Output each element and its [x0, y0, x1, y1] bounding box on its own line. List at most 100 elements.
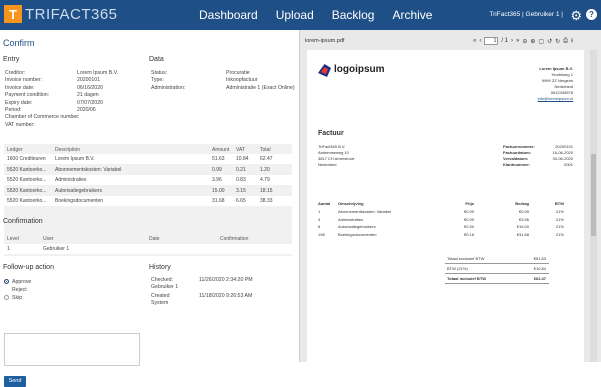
line-cell: €3.96 [518, 216, 529, 222]
comment-textarea[interactable] [4, 333, 140, 366]
cell-level: 1 [7, 246, 10, 252]
total-value: €51.63 [533, 256, 546, 261]
page-number-input[interactable]: 1 [484, 37, 499, 45]
pdf-toolbar: lorem-ipsum.pdf « ‹ 1 / 1 › » ⊖ ⊕ ▢ ↺ ↻ … [300, 36, 601, 46]
logoipsum-icon [318, 64, 331, 77]
app-logo[interactable]: T TRIFACT365 [4, 5, 118, 23]
table-cell: 15.00 [212, 187, 225, 194]
meta-value: 30-06-2020 [552, 156, 573, 161]
table-cell: 10.84 [236, 156, 249, 162]
history-date: 11/26/2020 2:34:20 PM [199, 277, 253, 283]
field-value: Procuratie [226, 70, 250, 76]
nav-backlog[interactable]: Backlog [332, 8, 375, 22]
line-cell: Abonnementskosten: Variabel [338, 209, 392, 214]
last-page-icon[interactable]: » [516, 38, 519, 44]
table-cell: 5520 Kantoorko... [7, 187, 47, 194]
table-cell: 38.33 [260, 198, 273, 204]
field-value: 06/16/2020 [77, 84, 103, 91]
pdf-filename: lorem-ipsum.pdf [305, 38, 345, 44]
table-cell: 3.96 [212, 177, 222, 183]
line-cell: Administraties [338, 216, 364, 222]
radio-approve[interactable] [4, 279, 9, 284]
buyer-line: 3817 CH Amersfoort [318, 156, 355, 161]
col-user: User [43, 236, 54, 242]
download-icon[interactable]: ⭳ [571, 36, 573, 46]
table-cell: Administraties [55, 177, 87, 183]
total-divider [445, 263, 549, 264]
line-cell: 1 [318, 209, 321, 214]
history-user: System [151, 300, 169, 306]
col-date: Date [149, 236, 160, 242]
table-cell: 0.99 [212, 166, 222, 173]
gear-icon[interactable]: ⚙ [570, 8, 582, 24]
table-cell: 6.65 [236, 198, 246, 204]
table-cell: 5520 Kantoorko... [7, 166, 47, 173]
meta-label: Klantnummer: [503, 162, 531, 167]
pdf-controls: « ‹ 1 / 1 › » ⊖ ⊕ ▢ ↺ ↻ ⎙ ⭳ [473, 36, 573, 46]
logo-mark-icon: T [4, 5, 22, 23]
send-button[interactable]: Send [4, 376, 26, 387]
col-level: Level [7, 236, 19, 242]
line-cell: Boekingsdocumenten [338, 231, 377, 237]
table-cell: 31.68 [212, 198, 225, 204]
pdf-scroll-thumb[interactable] [591, 154, 596, 236]
seller-line: Lorem Ipsum B.V. [539, 66, 573, 71]
field-label: Period: [5, 107, 22, 113]
zoom-out-icon[interactable]: ⊖ [522, 38, 527, 45]
print-icon[interactable]: ⎙ [563, 38, 568, 45]
total-label: Totaal exclusief BTW [447, 256, 485, 261]
rotate-left-icon[interactable]: ↺ [547, 38, 552, 45]
table-cell: 0.83 [236, 177, 246, 183]
history-heading: History [149, 264, 171, 271]
radio-skip[interactable] [4, 295, 9, 300]
field-label: Expiry date: [5, 99, 33, 106]
field-label: Invoice date: [5, 84, 35, 91]
label-reject: Reject [12, 287, 27, 293]
next-page-icon[interactable]: › [511, 38, 513, 44]
table-cell: Boekingsdocumenten [55, 198, 104, 204]
first-page-icon[interactable]: « [473, 38, 476, 44]
table-cell: 3.15 [236, 187, 246, 194]
line-cell: €2.50 [463, 224, 474, 229]
top-navbar: T TRIFACT365 Dashboard Upload Backlog Ar… [0, 0, 601, 30]
table-row: 1600 Crediteuren Lorem Ipsum B.V. 51.63 10.… [4, 154, 292, 164]
table-cell: 0.21 [236, 166, 246, 173]
line-cell: 198 [318, 231, 325, 237]
zoom-in-icon[interactable]: ⊕ [530, 38, 535, 45]
line-cell: 21% [555, 231, 564, 237]
table-cell: 4.79 [260, 177, 270, 183]
line-cell: 21% [555, 224, 564, 229]
line-cell: €0.99 [518, 209, 529, 214]
buyer-line: TriFact365 B.V. [318, 144, 346, 149]
table-row: 5520 Kantoorko... Autorisatiegebruikers 15… [4, 185, 292, 196]
invoice-logo: logoipsum [334, 64, 385, 75]
line-cell: Autorisatiegebruikers [338, 224, 376, 229]
help-icon[interactable]: ? [586, 9, 597, 20]
line-header: BTW [554, 201, 564, 206]
user-menu[interactable]: TriFact365 | Gebruiker 1 | [489, 11, 563, 18]
line-header: Prijs [465, 201, 474, 206]
followup-heading: Follow-up action [3, 264, 54, 271]
table-cell: 1600 Crediteuren [7, 156, 46, 162]
nav-upload[interactable]: Upload [276, 8, 314, 22]
nav-dashboard[interactable]: Dashboard [199, 8, 258, 22]
line-cell: 6 [318, 224, 321, 229]
line-header: Aantal [318, 201, 331, 206]
fit-page-icon[interactable]: ▢ [538, 38, 544, 45]
prev-page-icon[interactable]: ‹ [479, 38, 481, 44]
line-cell: 21% [555, 216, 564, 222]
line-cell: €15.00 [516, 224, 529, 229]
total-divider [445, 273, 549, 274]
nav-archive[interactable]: Archive [392, 8, 432, 22]
table-cell: 5520 Kantoorko... [7, 198, 47, 204]
seller-line: Nederland [554, 84, 573, 89]
field-label: Payment condition: [5, 92, 50, 99]
col-amount: Amount [212, 147, 230, 153]
rotate-right-icon[interactable]: ↻ [555, 38, 560, 45]
line-cell: €0.99 [463, 209, 474, 214]
seller-line: info@loremipsum.nl [537, 96, 573, 101]
pdf-viewer: lorem-ipsum.pdf « ‹ 1 / 1 › » ⊖ ⊕ ▢ ↺ ↻ … [299, 30, 601, 362]
buyer-line: Nederland [318, 162, 337, 167]
field-value: Inkoopfactuur [226, 77, 258, 84]
total-value: €10.84 [533, 266, 546, 271]
